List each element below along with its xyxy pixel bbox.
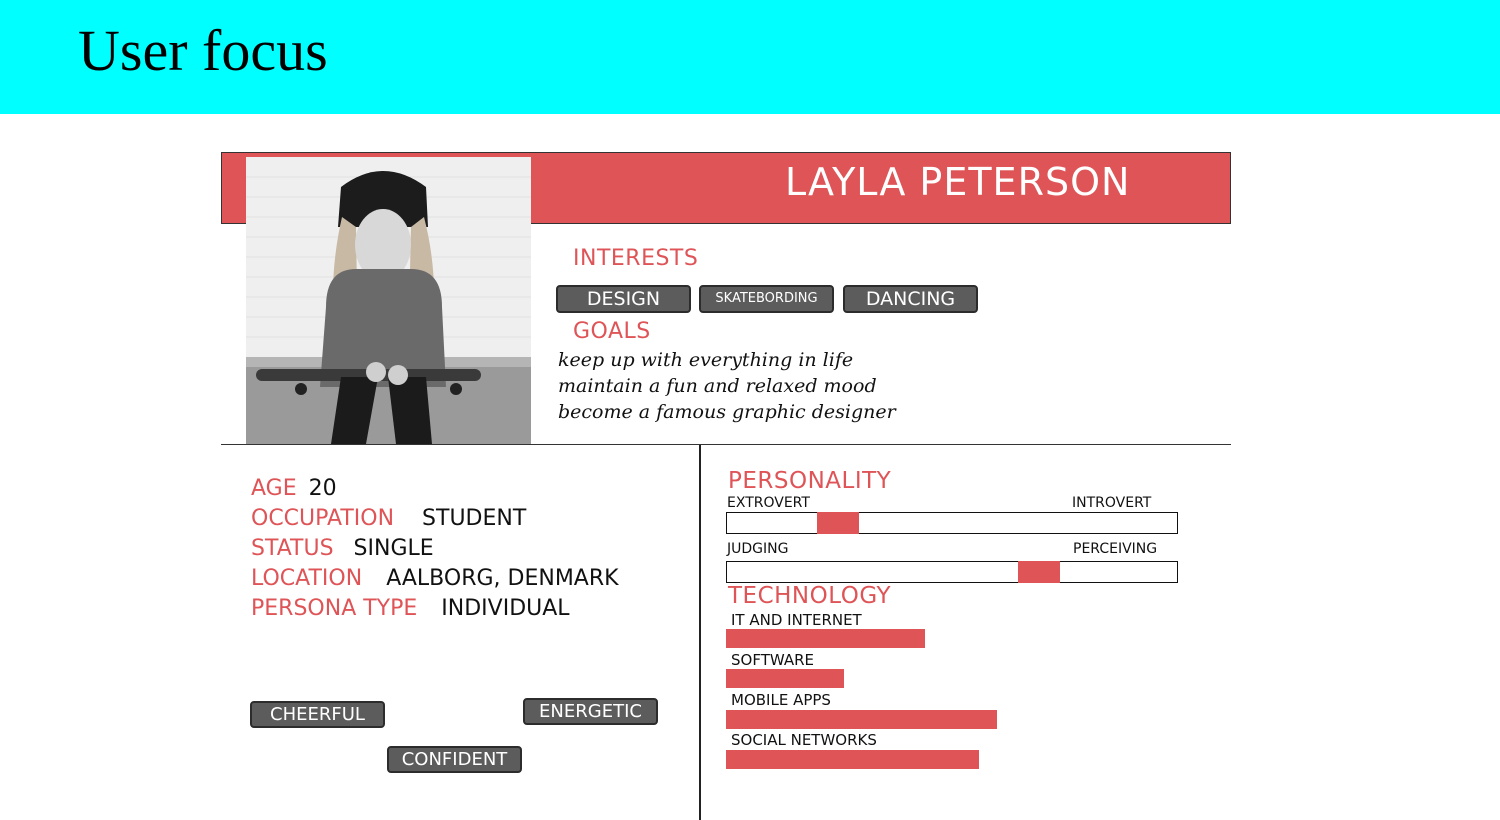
scale-right-label: PERCEIVING <box>1073 541 1158 557</box>
persona-photo <box>246 157 531 444</box>
interests-label: INTERESTS <box>573 246 699 271</box>
tech-bar <box>726 750 979 769</box>
scale-right-label: INTROVERT <box>1072 495 1152 511</box>
personality-scale <box>726 512 1178 534</box>
interest-pill: SKATEBORDING <box>699 285 834 313</box>
info-row-occupation: OCCUPATION STUDENT <box>251 506 526 531</box>
slide-title: User focus <box>78 18 328 83</box>
trait-pill: CHEERFUL <box>250 701 385 728</box>
scale-marker <box>817 512 859 534</box>
info-value: 20 <box>308 476 337 501</box>
personality-scale <box>726 561 1178 583</box>
info-row-status: STATUS SINGLE <box>251 536 434 561</box>
technology-label: TECHNOLOGY <box>728 583 892 609</box>
goal-item: keep up with everything in life <box>558 349 854 371</box>
info-row-age: AGE 20 <box>251 476 337 501</box>
tech-label: SOCIAL NETWORKS <box>731 731 877 749</box>
goal-item: maintain a fun and relaxed mood <box>558 375 877 397</box>
tech-bar <box>726 669 844 688</box>
info-value: STUDENT <box>422 506 527 531</box>
trait-pill: ENERGETIC <box>523 698 658 725</box>
info-value: AALBORG, DENMARK <box>386 566 619 591</box>
tech-label: IT AND INTERNET <box>731 611 862 629</box>
interest-pill: DESIGN <box>556 285 691 313</box>
info-row-persona-type: PERSONA TYPE INDIVIDUAL <box>251 596 570 621</box>
tech-bar <box>726 710 997 729</box>
goals-label: GOALS <box>573 319 651 344</box>
info-key: PERSONA TYPE <box>251 596 418 621</box>
info-value: INDIVIDUAL <box>441 596 570 621</box>
interest-pill: DANCING <box>843 285 978 313</box>
scale-left-label: JUDGING <box>727 541 789 557</box>
info-row-location: LOCATION AALBORG, DENMARK <box>251 566 619 591</box>
info-key: AGE <box>251 476 297 501</box>
info-key: STATUS <box>251 536 334 561</box>
tech-label: SOFTWARE <box>731 651 815 669</box>
personality-label: PERSONALITY <box>728 468 892 494</box>
info-key: OCCUPATION <box>251 506 395 531</box>
persona-name: LAYLA PETERSON <box>785 160 1131 204</box>
tech-label: MOBILE APPS <box>731 691 831 709</box>
tech-bar <box>726 629 925 648</box>
column-divider <box>699 445 701 820</box>
info-value: SINGLE <box>353 536 434 561</box>
goal-item: become a famous graphic designer <box>558 401 896 423</box>
info-key: LOCATION <box>251 566 363 591</box>
trait-pill: CONFIDENT <box>387 746 522 773</box>
scale-marker <box>1018 561 1060 583</box>
scale-left-label: EXTROVERT <box>727 495 810 511</box>
section-divider <box>221 444 1231 445</box>
